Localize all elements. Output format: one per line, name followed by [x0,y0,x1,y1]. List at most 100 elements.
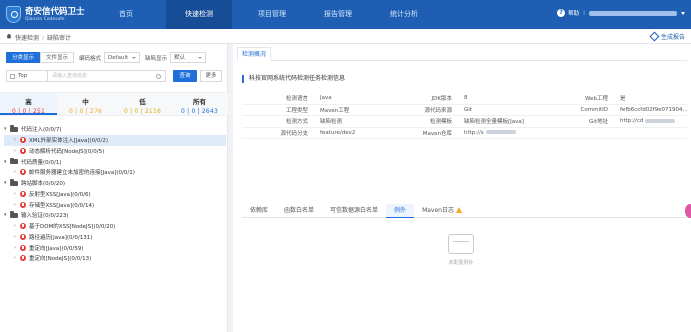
bug-icon [20,201,26,208]
chevron-down-icon[interactable] [681,11,685,15]
bug-icon [20,223,26,230]
defect-display-select[interactable]: 默认 [170,52,207,63]
floating-side-button[interactable] [685,204,691,218]
tree-category[interactable]: ▾ 跨站脚本(0/0/20) [4,178,226,189]
info-value-text: Java [320,95,332,102]
info-value-text: http://s [464,129,484,136]
severity-tab-all[interactable]: 所有 0 | 0 | 2643 [171,93,228,115]
tree-label: 基于DOM的XSS[NodeJS](0/0/20) [29,224,116,231]
subtab-3[interactable]: 例外 [386,204,415,218]
info-value-text: Git [464,106,472,113]
info-row: 源代码分支 feature/dev2 Maven仓库 http://s [242,128,687,139]
brand[interactable]: 奇安信代码卫士 Qianxin Codesafe [6,5,106,24]
warning-icon [455,207,462,213]
info-key: 检测方式 [242,117,314,125]
nav-item-projects[interactable]: 项目管理 [246,0,298,29]
tree-item[interactable]: › 邮件服务器建立未加密的连接[Java](0/0/1) [4,167,226,178]
breadcrumb-bar: 快速检测 / 缺陷审计 生成报告 [0,29,691,44]
bug-icon [20,255,26,262]
breadcrumb-separator: / [42,35,45,42]
breadcrumb-item-quick-scan[interactable]: 快速检测 [15,35,39,42]
subtab-label: 例外 [394,207,407,214]
user-name-redacted[interactable] [589,10,677,16]
nav-item-quick-scan[interactable]: 快速检测 [166,0,232,29]
detail-panel: 检测概况 科技官网系统代码检测任务检测信息 检测语言 Java JDK版本 8 Web工… [233,44,691,332]
tree-item[interactable]: › 路径遍历[Java](0/0/131) [4,232,226,243]
tree-label: 存储型XSS[Java](0/0/14) [29,202,95,209]
info-value-text: 是 [620,96,626,103]
subtab-0[interactable]: 依赖库 [242,204,276,218]
info-row: 检测语言 Java JDK版本 8 Web工程 是 [242,93,687,105]
info-key-text: 工程类型 [285,107,308,114]
info-value-text: fefb6ccfd02f9e071904... [620,106,687,113]
bug-icon [20,244,26,251]
divider: | [583,10,585,16]
encoding-select[interactable]: Default [104,52,141,63]
defect-panel: 分类显示 文件显示 编码格式 Default 缺陷显示 默认 Top 请输入查询… [0,44,228,332]
tree-item[interactable]: › 动态解析代码[NodeJS](0/0/5) [4,146,226,157]
subtab-label: 依赖库 [250,207,269,214]
tree-label: 跨站脚本(0/0/20) [21,181,65,188]
severity-name: 中 [82,98,89,106]
info-key: 检测模板 [400,117,458,125]
tree-category[interactable]: ▾ 代码注入(0/0/7) [4,124,226,135]
defect-tree: ▾ 代码注入(0/0/7) › XML外部实体注入[Java](0/0/2) › 动态解析… [4,124,226,264]
severity-tab-high[interactable]: 高 0 | 0 | 251 [0,93,57,115]
severity-counts: 0 | 0 | 251 [12,108,45,115]
tab-overview[interactable]: 检测概况 [237,47,272,61]
folder-icon [10,179,18,186]
main-nav: 首页 快速检测 项目管理 报告管理 统计分析 [100,0,444,29]
tree-item[interactable]: › 存储型XSS[Java](0/0/14) [4,199,226,210]
nav-item-reports[interactable]: 报告管理 [312,0,364,29]
bug-icon [20,137,26,144]
app-subtitle: Qianxin Codesafe [25,17,65,22]
info-key-text: CommitID [580,106,608,113]
generate-report-button[interactable]: 生成报告 [649,31,685,42]
help-link[interactable]: 帮助 [568,9,579,17]
nav-item-statistics[interactable]: 统计分析 [378,0,430,29]
tree-item[interactable]: › 重定向[NodeJS](0/0/13) [4,253,226,264]
severity-tab-medium[interactable]: 中 0 | 0 | 276 [57,93,114,115]
tree-item[interactable]: › 反射型XSS[Java](0/0/6) [4,189,226,200]
view-by-file-button[interactable]: 文件显示 [40,52,75,63]
report-icon [649,31,660,42]
top-right-tools: ? 帮助 | [557,9,685,17]
tree-label: XML外部实体注入[Java](0/0/2) [29,138,108,145]
info-key-text: 源代码分支 [280,130,308,137]
detail-tabs: 检测概况 [237,47,687,61]
search-input[interactable]: 请输入查询信息 [48,70,166,82]
subtab-1[interactable]: 函数白名单 [276,204,322,218]
info-value: Java [314,95,400,101]
subtab-4[interactable]: Maven日志 [414,204,470,218]
info-key-text: JDK版本 [431,96,452,103]
info-value-text: Maven工程 [320,107,350,114]
tree-category[interactable]: ▾ 输入验证(0/0/223) [4,210,226,221]
home-icon[interactable] [6,33,12,39]
severity-tab-low[interactable]: 低 0 | 0 | 2116 [114,93,171,115]
info-key-text: 源代码来源 [424,107,452,114]
subtab-2[interactable]: 可信数据源白名单 [322,204,386,218]
more-button[interactable]: 更多 [200,70,222,82]
tree-category[interactable]: ▾ 代码质量(0/0/1) [4,156,226,167]
info-key-text: 检测模板 [429,119,452,126]
severity-name: 所有 [193,98,206,106]
tree-item[interactable]: › 基于DOM的XSS[NodeJS](0/0/20) [4,221,226,232]
bug-icon [20,190,26,197]
severity-counts: 0 | 0 | 2643 [181,108,218,115]
nav-item-home[interactable]: 首页 [100,0,152,29]
top-nav-bar: 奇安信代码卫士 Qianxin Codesafe 首页 快速检测 项目管理 报告… [0,0,691,29]
defect-display-label: 缺陷显示 [145,55,168,62]
info-value-text: 缺陷检测 [320,119,343,126]
severity-counts: 0 | 0 | 2116 [124,108,161,115]
app-title: 奇安信代码卫士 [25,7,85,17]
info-value: http://s [458,130,558,136]
query-button[interactable]: 查询 [173,70,197,82]
tree-item[interactable]: › 重定向[Java](0/0/59) [4,242,226,253]
tree-item[interactable]: › XML外部实体注入[Java](0/0/2) [4,134,226,146]
help-icon[interactable]: ? [557,9,566,17]
top-filter-checkbox[interactable]: Top [6,70,48,82]
empty-box-icon [448,234,474,254]
generate-report-label: 生成报告 [660,34,685,41]
view-by-category-button[interactable]: 分类显示 [6,52,41,63]
info-key: Maven仓库 [400,129,458,137]
